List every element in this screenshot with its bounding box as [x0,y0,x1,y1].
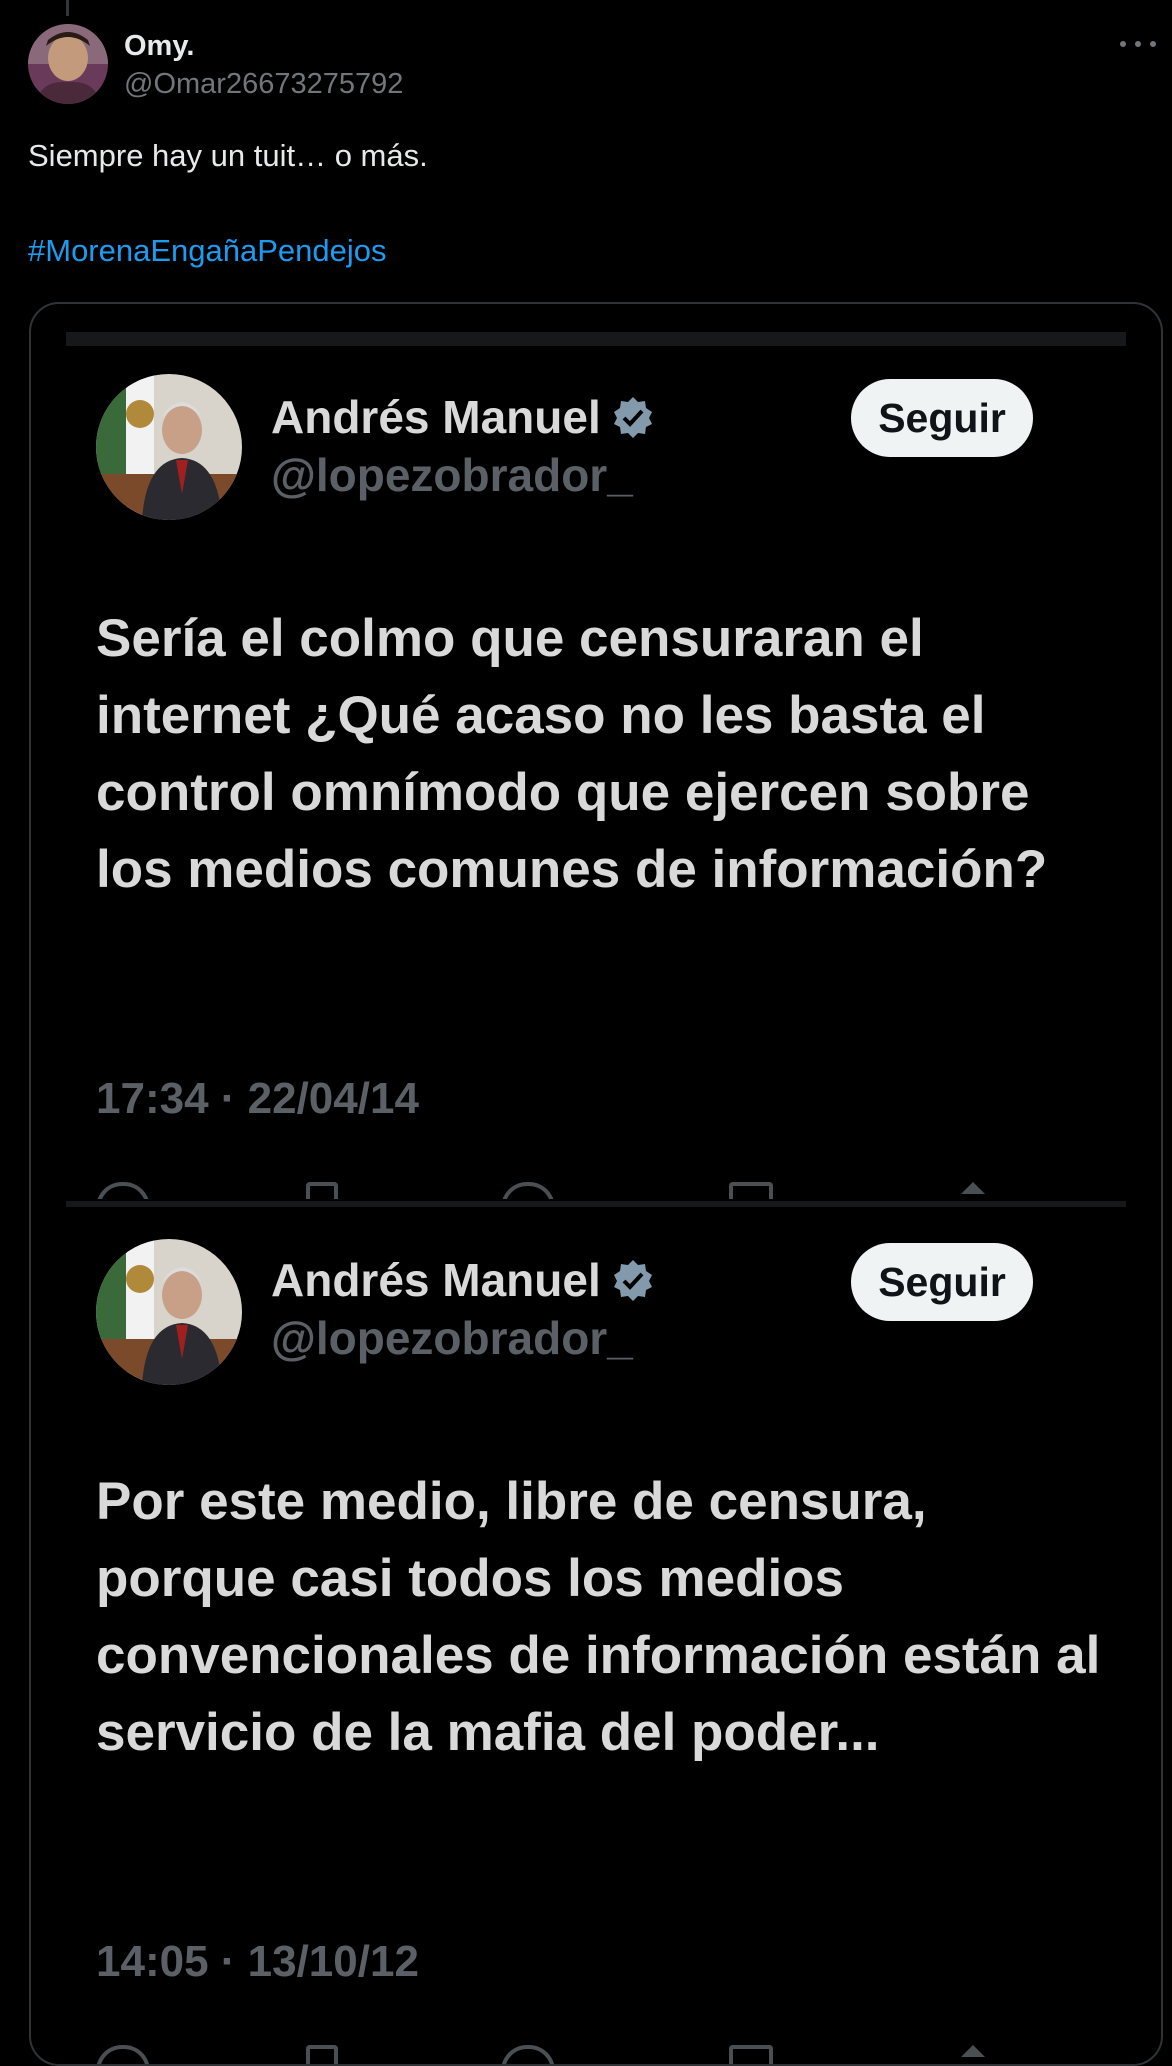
like-icon [501,2045,555,2064]
hashtag-link[interactable]: #MorenaEngañaPendejos [28,233,387,269]
reply-icon [96,1182,150,1199]
tweet-text: Por este medio, libre de censura, porque… [96,1472,1101,1762]
reply-icon [96,2045,150,2064]
follow-button: Seguir [851,1243,1033,1321]
author-name[interactable]: Omy. [124,30,194,63]
verified-badge-icon [613,397,652,438]
tweet-author-handle: @lopezobrador_ [271,1312,633,1364]
tweet-avatar [96,1239,242,1385]
tweet-text: Sería el colmo que censuraran el interne… [96,609,1048,899]
tweet-author-name: Andrés Manuel [271,1253,655,1307]
embedded-tweet-2: Andrés Manuel @lopezobrador_ Seguir Por … [31,1207,1161,2064]
post-header: Omy. @Omar26673275792 [28,24,1158,108]
bookmark-icon [729,2045,773,2064]
tweet-avatar [96,374,242,520]
share-icon [961,1182,985,1194]
verified-badge-icon [613,1260,652,1301]
thread-connector-line [66,0,69,16]
follow-button: Seguir [851,379,1033,457]
tweet-author-name: Andrés Manuel [271,390,655,444]
tweet-timestamp: 17:34 · 22/04/14 [96,1074,419,1123]
author-handle[interactable]: @Omar26673275792 [124,68,403,101]
tweet-actions-row [96,1182,1096,1199]
post-text: Siempre hay un tuit… o más. [28,138,428,173]
more-horizontal-icon[interactable] [1120,32,1156,56]
post-image[interactable]: Andrés Manuel @lopezobrador_ Seguir Serí… [29,302,1163,2066]
author-avatar[interactable] [28,24,108,104]
retweet-icon [306,2045,338,2064]
bookmark-icon [729,1182,773,1199]
like-icon [501,1182,555,1199]
share-icon [961,2045,985,2057]
tweet-actions-row [96,2045,1096,2064]
tweet-timestamp: 14:05 · 13/10/12 [96,1937,419,1986]
tweet-author-handle: @lopezobrador_ [271,449,633,501]
retweet-icon [306,1182,338,1199]
embedded-tweet-1: Andrés Manuel @lopezobrador_ Seguir Serí… [31,304,1161,1199]
